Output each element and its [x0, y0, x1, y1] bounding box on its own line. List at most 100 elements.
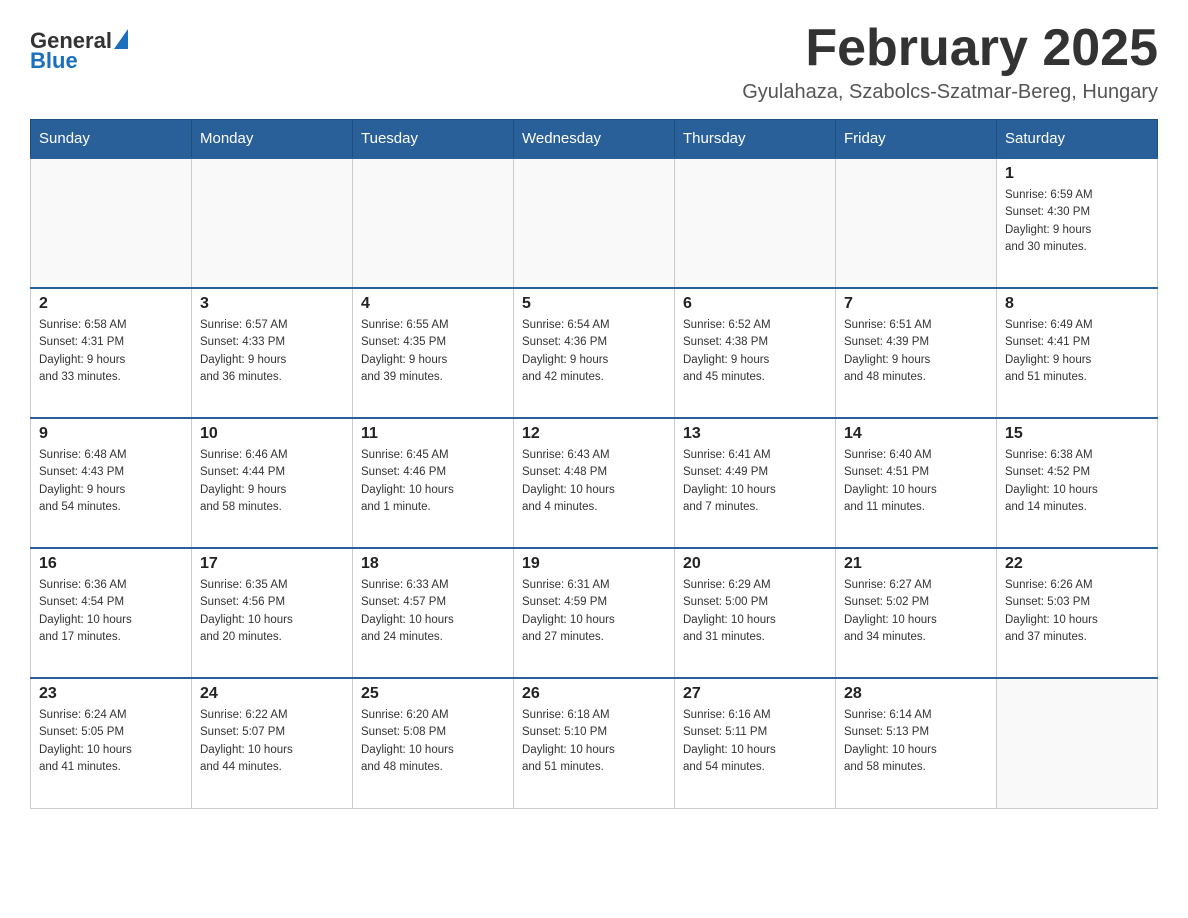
day-number: 19: [522, 555, 666, 573]
location-subtitle: Gyulahaza, Szabolcs-Szatmar-Bereg, Hunga…: [742, 81, 1158, 104]
calendar-cell: 27 Sunrise: 6:16 AM Sunset: 5:11 PM Dayli…: [675, 678, 836, 808]
day-number: 6: [683, 295, 827, 313]
calendar-cell: 11 Sunrise: 6:45 AM Sunset: 4:46 PM Dayli…: [353, 418, 514, 548]
title-section: February 2025 Gyulahaza, Szabolcs-Szatma…: [742, 20, 1158, 104]
calendar-cell: 12 Sunrise: 6:43 AM Sunset: 4:48 PM Dayli…: [514, 418, 675, 548]
calendar-cell: 26 Sunrise: 6:18 AM Sunset: 5:10 PM Dayli…: [514, 678, 675, 808]
calendar-cell: 17 Sunrise: 6:35 AM Sunset: 4:56 PM Dayli…: [192, 548, 353, 678]
day-info: Sunrise: 6:41 AM Sunset: 4:49 PM Dayligh…: [683, 447, 827, 516]
calendar-cell: [514, 158, 675, 288]
day-number: 17: [200, 555, 344, 573]
day-number: 2: [39, 295, 183, 313]
col-header-saturday: Saturday: [997, 120, 1158, 159]
day-info: Sunrise: 6:52 AM Sunset: 4:38 PM Dayligh…: [683, 317, 827, 386]
calendar-cell: 3Sunrise: 6:57 AM Sunset: 4:33 PM Daylig…: [192, 288, 353, 418]
col-header-sunday: Sunday: [31, 120, 192, 159]
logo-text-blue: Blue: [30, 50, 78, 72]
calendar-cell: 25 Sunrise: 6:20 AM Sunset: 5:08 PM Dayli…: [353, 678, 514, 808]
day-number: 5: [522, 295, 666, 313]
day-number: 14: [844, 425, 988, 443]
calendar-cell: 19 Sunrise: 6:31 AM Sunset: 4:59 PM Dayli…: [514, 548, 675, 678]
day-number: 9: [39, 425, 183, 443]
day-info: Sunrise: 6:59 AM Sunset: 4:30 PM Dayligh…: [1005, 187, 1149, 256]
day-info: Sunrise: 6:31 AM Sunset: 4:59 PM Dayligh…: [522, 577, 666, 646]
day-info: Sunrise: 6:43 AM Sunset: 4:48 PM Dayligh…: [522, 447, 666, 516]
page-header: General Blue February 2025 Gyulahaza, Sz…: [30, 20, 1158, 104]
day-info: Sunrise: 6:55 AM Sunset: 4:35 PM Dayligh…: [361, 317, 505, 386]
day-number: 16: [39, 555, 183, 573]
calendar-week-2: 2 Sunrise: 6:58 AM Sunset: 4:31 PM Daylig…: [31, 288, 1158, 418]
day-number: 22: [1005, 555, 1149, 573]
calendar-cell: [997, 678, 1158, 808]
day-info: Sunrise: 6:24 AM Sunset: 5:05 PM Dayligh…: [39, 707, 183, 776]
day-info: Sunrise: 6:45 AM Sunset: 4:46 PM Dayligh…: [361, 447, 505, 516]
day-info: Sunrise: 6:35 AM Sunset: 4:56 PM Dayligh…: [200, 577, 344, 646]
day-info: Sunrise: 6:49 AM Sunset: 4:41 PM Dayligh…: [1005, 317, 1149, 386]
calendar-cell: 15Sunrise: 6:38 AM Sunset: 4:52 PM Dayli…: [997, 418, 1158, 548]
logo: General Blue: [30, 30, 128, 72]
day-info: Sunrise: 6:48 AM Sunset: 4:43 PM Dayligh…: [39, 447, 183, 516]
calendar-cell: 23Sunrise: 6:24 AM Sunset: 5:05 PM Dayli…: [31, 678, 192, 808]
day-info: Sunrise: 6:40 AM Sunset: 4:51 PM Dayligh…: [844, 447, 988, 516]
day-number: 24: [200, 685, 344, 703]
logo-triangle-icon: [114, 29, 128, 49]
calendar-cell: 18Sunrise: 6:33 AM Sunset: 4:57 PM Dayli…: [353, 548, 514, 678]
calendar-cell: 22 Sunrise: 6:26 AM Sunset: 5:03 PM Dayli…: [997, 548, 1158, 678]
col-header-tuesday: Tuesday: [353, 120, 514, 159]
day-number: 11: [361, 425, 505, 443]
calendar-cell: 16 Sunrise: 6:36 AM Sunset: 4:54 PM Dayli…: [31, 548, 192, 678]
day-number: 3: [200, 295, 344, 313]
day-number: 12: [522, 425, 666, 443]
calendar-cell: 5 Sunrise: 6:54 AM Sunset: 4:36 PM Daylig…: [514, 288, 675, 418]
calendar-cell: 1 Sunrise: 6:59 AM Sunset: 4:30 PM Daylig…: [997, 158, 1158, 288]
day-number: 20: [683, 555, 827, 573]
calendar-cell: [675, 158, 836, 288]
col-header-friday: Friday: [836, 120, 997, 159]
day-info: Sunrise: 6:29 AM Sunset: 5:00 PM Dayligh…: [683, 577, 827, 646]
calendar-cell: [836, 158, 997, 288]
calendar-cell: 20 Sunrise: 6:29 AM Sunset: 5:00 PM Dayli…: [675, 548, 836, 678]
day-info: Sunrise: 6:27 AM Sunset: 5:02 PM Dayligh…: [844, 577, 988, 646]
day-info: Sunrise: 6:20 AM Sunset: 5:08 PM Dayligh…: [361, 707, 505, 776]
day-number: 27: [683, 685, 827, 703]
day-number: 26: [522, 685, 666, 703]
day-info: Sunrise: 6:54 AM Sunset: 4:36 PM Dayligh…: [522, 317, 666, 386]
col-header-wednesday: Wednesday: [514, 120, 675, 159]
calendar-header-row: Sunday Monday Tuesday Wednesday Thursday…: [31, 120, 1158, 159]
calendar-cell: 28Sunrise: 6:14 AM Sunset: 5:13 PM Dayli…: [836, 678, 997, 808]
day-info: Sunrise: 6:51 AM Sunset: 4:39 PM Dayligh…: [844, 317, 988, 386]
day-number: 7: [844, 295, 988, 313]
day-info: Sunrise: 6:36 AM Sunset: 4:54 PM Dayligh…: [39, 577, 183, 646]
day-number: 21: [844, 555, 988, 573]
day-number: 10: [200, 425, 344, 443]
calendar-week-4: 16 Sunrise: 6:36 AM Sunset: 4:54 PM Dayli…: [31, 548, 1158, 678]
month-title: February 2025: [742, 20, 1158, 77]
day-number: 18: [361, 555, 505, 573]
day-number: 8: [1005, 295, 1149, 313]
calendar-week-3: 9 Sunrise: 6:48 AM Sunset: 4:43 PM Daylig…: [31, 418, 1158, 548]
calendar-cell: 6 Sunrise: 6:52 AM Sunset: 4:38 PM Daylig…: [675, 288, 836, 418]
day-info: Sunrise: 6:14 AM Sunset: 5:13 PM Dayligh…: [844, 707, 988, 776]
day-number: 1: [1005, 165, 1149, 183]
calendar-cell: 21 Sunrise: 6:27 AM Sunset: 5:02 PM Dayli…: [836, 548, 997, 678]
day-info: Sunrise: 6:22 AM Sunset: 5:07 PM Dayligh…: [200, 707, 344, 776]
day-number: 4: [361, 295, 505, 313]
calendar-week-5: 23Sunrise: 6:24 AM Sunset: 5:05 PM Dayli…: [31, 678, 1158, 808]
calendar-cell: 9 Sunrise: 6:48 AM Sunset: 4:43 PM Daylig…: [31, 418, 192, 548]
calendar-cell: 13Sunrise: 6:41 AM Sunset: 4:49 PM Dayli…: [675, 418, 836, 548]
day-info: Sunrise: 6:18 AM Sunset: 5:10 PM Dayligh…: [522, 707, 666, 776]
day-info: Sunrise: 6:16 AM Sunset: 5:11 PM Dayligh…: [683, 707, 827, 776]
calendar-cell: [353, 158, 514, 288]
calendar-cell: 4 Sunrise: 6:55 AM Sunset: 4:35 PM Daylig…: [353, 288, 514, 418]
day-info: Sunrise: 6:46 AM Sunset: 4:44 PM Dayligh…: [200, 447, 344, 516]
col-header-thursday: Thursday: [675, 120, 836, 159]
calendar-cell: 8 Sunrise: 6:49 AM Sunset: 4:41 PM Daylig…: [997, 288, 1158, 418]
calendar-cell: 7 Sunrise: 6:51 AM Sunset: 4:39 PM Daylig…: [836, 288, 997, 418]
calendar-cell: [192, 158, 353, 288]
day-number: 25: [361, 685, 505, 703]
day-info: Sunrise: 6:26 AM Sunset: 5:03 PM Dayligh…: [1005, 577, 1149, 646]
calendar-cell: 2 Sunrise: 6:58 AM Sunset: 4:31 PM Daylig…: [31, 288, 192, 418]
day-info: Sunrise: 6:38 AM Sunset: 4:52 PM Dayligh…: [1005, 447, 1149, 516]
calendar-cell: [31, 158, 192, 288]
day-info: Sunrise: 6:58 AM Sunset: 4:31 PM Dayligh…: [39, 317, 183, 386]
